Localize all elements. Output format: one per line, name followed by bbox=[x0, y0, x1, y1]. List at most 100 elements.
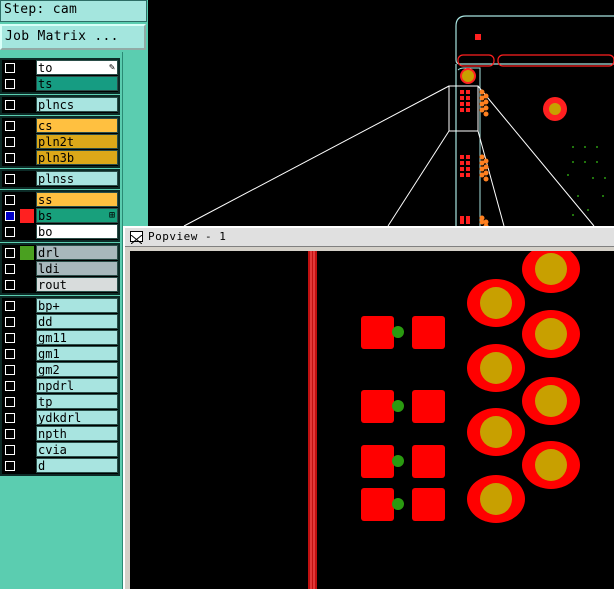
mini-smd-pad bbox=[460, 102, 464, 106]
layer-checkbox[interactable] bbox=[5, 365, 15, 375]
layer-checkbox[interactable] bbox=[5, 100, 15, 110]
layer-row-pln2t[interactable]: pln2t bbox=[2, 134, 118, 150]
smd-pad bbox=[412, 445, 445, 478]
layer-name[interactable]: bp+ bbox=[36, 298, 118, 313]
layer-row-gm11[interactable]: gm11 bbox=[2, 330, 118, 346]
layer-row-cvia[interactable]: cvia bbox=[2, 442, 118, 458]
via-dot-grid bbox=[567, 146, 606, 216]
via-dot bbox=[596, 161, 598, 163]
layer-row-tp[interactable]: tp bbox=[2, 394, 118, 410]
via-dot bbox=[592, 177, 594, 179]
layer-name[interactable]: ts bbox=[36, 76, 118, 91]
layer-color-swatch[interactable] bbox=[20, 209, 34, 223]
layer-checkbox[interactable] bbox=[5, 381, 15, 391]
via-drill-dot bbox=[392, 455, 404, 467]
mini-smd-pad bbox=[466, 155, 470, 159]
layer-name[interactable]: cs bbox=[36, 118, 118, 133]
layer-name[interactable]: d bbox=[36, 458, 118, 473]
layer-row-npdrl[interactable]: npdrl bbox=[2, 378, 118, 394]
layer-row-gm1[interactable]: gm1 bbox=[2, 346, 118, 362]
via-dot bbox=[587, 209, 589, 211]
layer-checkbox[interactable] bbox=[5, 349, 15, 359]
layer-row-bp[interactable]: bp+ bbox=[2, 298, 118, 314]
layer-name[interactable]: bo bbox=[36, 224, 118, 239]
via-dot bbox=[604, 177, 606, 179]
fiducial-marker bbox=[475, 34, 481, 40]
popview-window[interactable]: Popview - 1 bbox=[123, 226, 614, 589]
job-matrix-button[interactable]: Job Matrix ... bbox=[0, 24, 146, 50]
layer-checkbox[interactable] bbox=[5, 227, 15, 237]
mini-smd-pad bbox=[460, 161, 464, 165]
layer-row-ldi[interactable]: ldi bbox=[2, 261, 118, 277]
layer-name[interactable]: drl bbox=[36, 245, 118, 260]
layer-row-bs[interactable]: bs ⊞ bbox=[2, 208, 118, 224]
layer-row-drl[interactable]: drl bbox=[2, 245, 118, 261]
layer-name[interactable]: ydkdrl bbox=[36, 410, 118, 425]
layer-checkbox[interactable] bbox=[5, 248, 15, 258]
trace-vertical bbox=[308, 251, 317, 589]
layer-checkbox[interactable] bbox=[5, 121, 15, 131]
layer-name[interactable]: bs ⊞ bbox=[36, 208, 118, 223]
layer-name[interactable]: ss bbox=[36, 192, 118, 207]
layer-name[interactable]: npdrl bbox=[36, 378, 118, 393]
layer-name[interactable]: dd bbox=[36, 314, 118, 329]
via-drill bbox=[535, 449, 567, 481]
layer-name[interactable]: rout bbox=[36, 277, 118, 292]
popview-zoom-view[interactable] bbox=[130, 251, 614, 589]
layer-row-gm2[interactable]: gm2 bbox=[2, 362, 118, 378]
layer-checkbox[interactable] bbox=[4, 210, 16, 222]
layer-name[interactable]: pln3b bbox=[36, 150, 118, 165]
layer-checkbox[interactable] bbox=[5, 195, 15, 205]
layer-checkbox[interactable] bbox=[5, 153, 15, 163]
layer-name[interactable]: tp bbox=[36, 394, 118, 409]
layer-name[interactable]: plncs bbox=[36, 97, 118, 112]
via-dot bbox=[577, 195, 579, 197]
layer-group: bp+ dd gm11 gm1 gm2 npdrl tp ydkdrl npth cvia d bbox=[0, 296, 120, 476]
layer-row-plnss[interactable]: plnss bbox=[2, 171, 118, 187]
layer-checkbox[interactable] bbox=[5, 461, 15, 471]
layer-name[interactable]: cvia bbox=[36, 442, 118, 457]
layer-row-dd[interactable]: dd bbox=[2, 314, 118, 330]
layer-checkbox[interactable] bbox=[5, 280, 15, 290]
layer-checkbox[interactable] bbox=[5, 333, 15, 343]
close-x-icon[interactable] bbox=[130, 231, 143, 245]
layer-name[interactable]: gm1 bbox=[36, 346, 118, 361]
layer-name[interactable]: npth bbox=[36, 426, 118, 441]
mini-via-pad bbox=[483, 111, 489, 117]
layer-row-ts[interactable]: ts bbox=[2, 76, 118, 92]
layer-color-swatch[interactable] bbox=[20, 246, 34, 260]
popview-canvas[interactable] bbox=[130, 251, 614, 589]
layer-checkbox[interactable] bbox=[5, 429, 15, 439]
layer-checkbox[interactable] bbox=[5, 317, 15, 327]
layer-checkbox[interactable] bbox=[5, 397, 15, 407]
layer-name[interactable]: gm2 bbox=[36, 362, 118, 377]
layer-row-ydkdrl[interactable]: ydkdrl bbox=[2, 410, 118, 426]
layer-checkbox[interactable] bbox=[5, 174, 15, 184]
layer-checkbox[interactable] bbox=[5, 137, 15, 147]
layer-row-d[interactable]: d bbox=[2, 458, 118, 474]
layer-checkbox[interactable] bbox=[5, 79, 15, 89]
layer-checkbox[interactable] bbox=[5, 301, 15, 311]
layer-checkbox[interactable] bbox=[5, 63, 15, 73]
popview-titlebar[interactable]: Popview - 1 bbox=[125, 228, 614, 247]
layer-row-to[interactable]: to ✎ bbox=[2, 60, 118, 76]
layer-checkbox[interactable] bbox=[5, 445, 15, 455]
layer-row-bo[interactable]: bo bbox=[2, 224, 118, 240]
layer-name[interactable]: to ✎ bbox=[36, 60, 118, 75]
layer-row-pln3b[interactable]: pln3b bbox=[2, 150, 118, 166]
layer-group: cs pln2t pln3b bbox=[0, 116, 120, 168]
layer-row-rout[interactable]: rout bbox=[2, 277, 118, 293]
layer-name[interactable]: plnss bbox=[36, 171, 118, 186]
layer-checkbox[interactable] bbox=[5, 413, 15, 423]
mini-smd-pad bbox=[466, 96, 470, 100]
layer-checkbox[interactable] bbox=[5, 264, 15, 274]
layer-row-plncs[interactable]: plncs bbox=[2, 97, 118, 113]
layer-row-npth[interactable]: npth bbox=[2, 426, 118, 442]
mini-smd-pad bbox=[466, 90, 470, 94]
layer-row-ss[interactable]: ss bbox=[2, 192, 118, 208]
layer-name[interactable]: gm11 bbox=[36, 330, 118, 345]
layer-row-cs[interactable]: cs bbox=[2, 118, 118, 134]
layer-name[interactable]: ldi bbox=[36, 261, 118, 276]
mini-smd-pad bbox=[460, 173, 464, 177]
layer-name[interactable]: pln2t bbox=[36, 134, 118, 149]
